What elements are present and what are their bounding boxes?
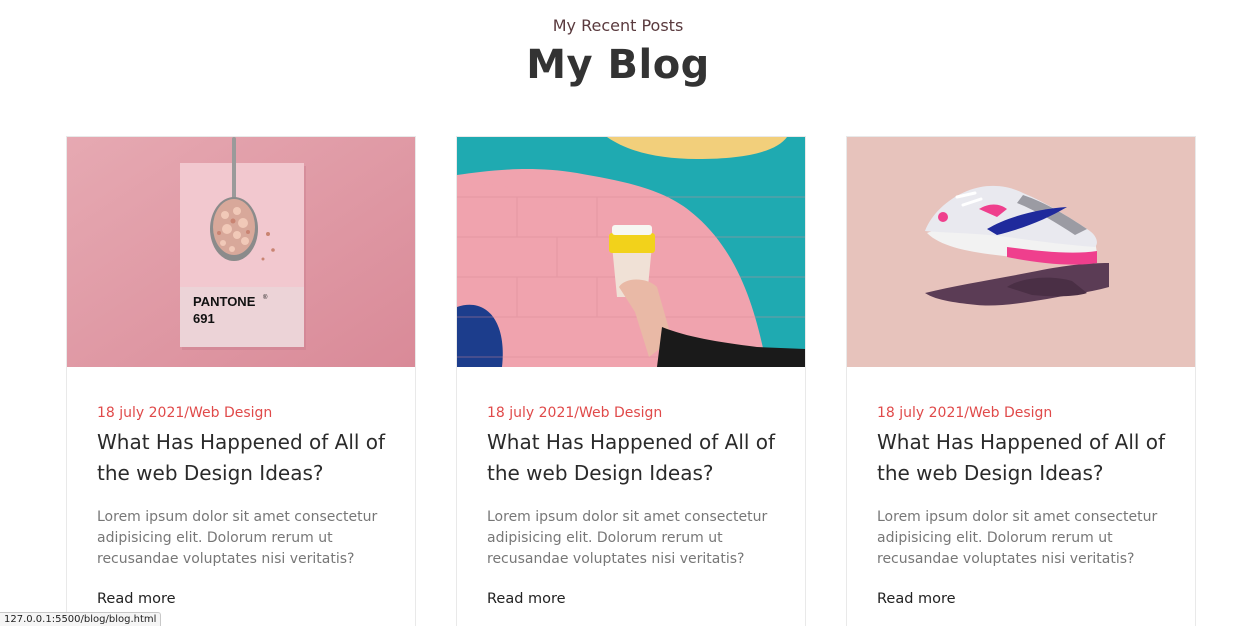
blog-card[interactable]: 18 july 2021/Web Design What Has Happene… [456,136,806,626]
page-title: My Blog [526,42,710,88]
post-image-pantone-spoon[interactable]: PANTONE ® 691 [67,137,415,367]
pantone-registered-mark: ® [263,294,268,301]
blog-card[interactable]: 18 july 2021/Web Design What Has Happene… [846,136,1196,626]
read-more-link[interactable]: Read more [487,591,566,607]
post-excerpt: Lorem ipsum dolor sit amet consectetur a… [97,509,378,567]
post-image-coffee-cup-mural[interactable] [457,137,805,367]
blog-card[interactable]: PANTONE ® 691 18 july 2021/Web Design Wh… [66,136,416,626]
post-meta: 18 july 2021/Web Design [487,405,663,421]
post-meta: 18 july 2021/Web Design [97,405,273,421]
section-subtitle: My Recent Posts [552,16,684,35]
post-excerpt: Lorem ipsum dolor sit amet consectetur a… [487,509,768,567]
pantone-label: PANTONE [193,294,256,309]
post-meta: 18 july 2021/Web Design [877,405,1053,421]
post-image-sneaker-hand[interactable] [847,137,1195,367]
post-title[interactable]: What Has Happened of All of the web Desi… [487,427,787,489]
read-more-link[interactable]: Read more [97,591,176,607]
post-title[interactable]: What Has Happened of All of the web Desi… [877,427,1177,489]
browser-status-bar-url: 127.0.0.1:5500/blog/blog.html [0,612,162,626]
post-title[interactable]: What Has Happened of All of the web Desi… [97,427,397,489]
pantone-number: 691 [193,311,215,326]
post-excerpt: Lorem ipsum dolor sit amet consectetur a… [877,509,1158,567]
read-more-link[interactable]: Read more [877,591,956,607]
